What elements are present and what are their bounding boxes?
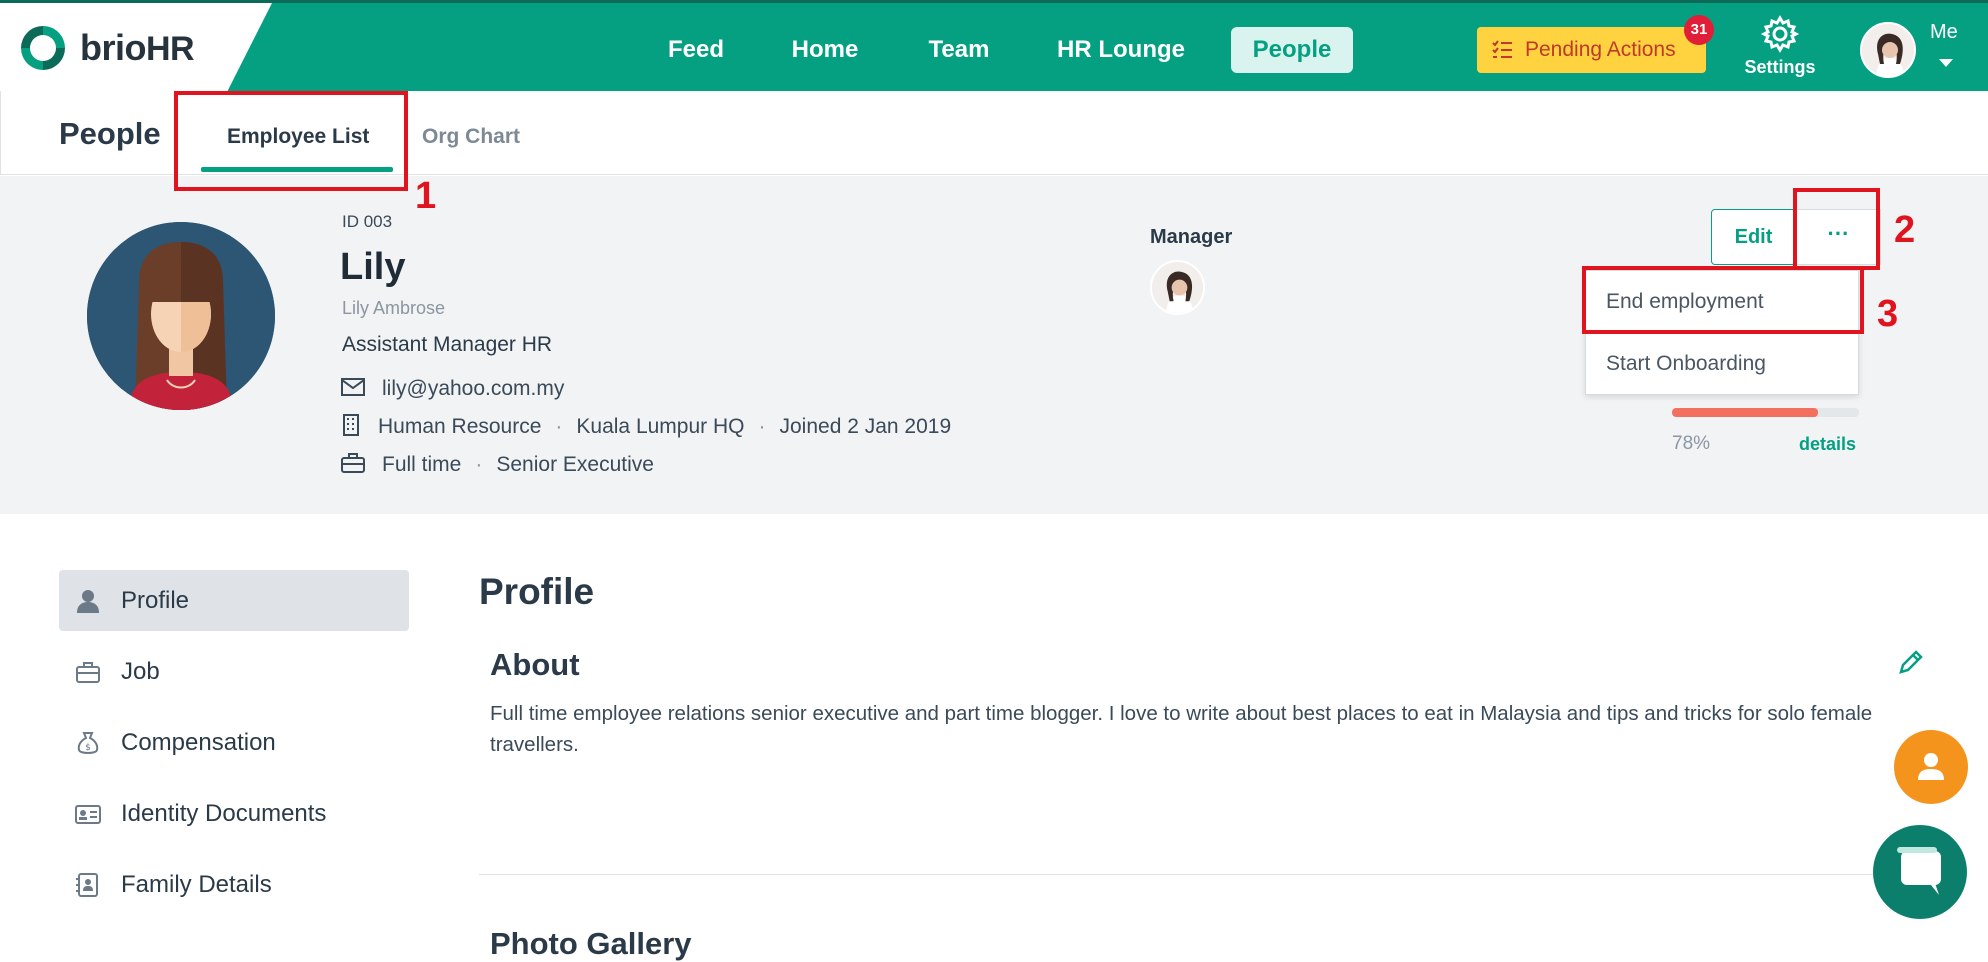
gear-icon (1761, 15, 1799, 53)
menu-item-start-onboarding[interactable]: Start Onboarding (1586, 333, 1858, 395)
chat-bubble-icon (1897, 847, 1941, 895)
side-menu-compensation[interactable]: $ Compensation (59, 712, 409, 773)
pencil-icon[interactable] (1897, 648, 1925, 676)
profile-completion-bar (1672, 408, 1859, 417)
profile-completion-details-link[interactable]: details (1799, 434, 1856, 455)
briefcase-icon (76, 662, 100, 683)
side-menu-job[interactable]: Job (59, 641, 409, 702)
annotation-box-1 (174, 91, 408, 191)
annotation-number-1: 1 (415, 175, 437, 217)
employee-name: Lily (340, 246, 406, 288)
settings-label: Settings (1744, 57, 1816, 77)
side-menu-label: Identity Documents (121, 800, 327, 827)
user-avatar[interactable] (1860, 22, 1916, 78)
manager-avatar[interactable] (1150, 260, 1205, 315)
separator-dot: · (758, 415, 766, 438)
employee-joined-date: Joined 2 Jan 2019 (779, 415, 952, 438)
nav-home[interactable]: Home (780, 27, 870, 73)
manager-label: Manager (1150, 226, 1233, 248)
brand-logo-area: brioHR (0, 3, 272, 94)
user-avatar-image (1862, 24, 1914, 76)
top-navigation-bar: brioHR Feed Home Team HR Lounge People P… (0, 0, 1988, 94)
person-icon (77, 590, 99, 613)
tab-org-chart[interactable]: Org Chart (422, 125, 520, 149)
section-title-photo-gallery: Photo Gallery (490, 926, 692, 961)
mail-icon (341, 378, 365, 396)
me-label[interactable]: Me (1930, 21, 1958, 44)
employee-id: ID 003 (342, 212, 393, 231)
annotation-box-3 (1582, 266, 1864, 334)
building-icon (343, 414, 359, 436)
section-divider (479, 874, 1899, 875)
floating-people-button[interactable] (1894, 730, 1968, 804)
brand-logo-text: brioHR (80, 27, 195, 68)
page-title: People (59, 116, 161, 151)
checklist-icon (1492, 40, 1512, 58)
side-menu-family-details[interactable]: Family Details (59, 854, 409, 915)
employee-department: Human Resource (378, 415, 542, 438)
settings-button[interactable]: Settings (1740, 15, 1820, 85)
section-title-profile: Profile (479, 571, 595, 612)
nav-people[interactable]: People (1231, 27, 1353, 73)
side-menu-label: Family Details (121, 871, 272, 898)
employee-email[interactable]: lily@yahoo.com.my (382, 377, 564, 400)
annotation-number-3: 3 (1877, 293, 1899, 335)
separator-dot: · (555, 415, 563, 438)
side-menu-identity-documents[interactable]: Identity Documents (59, 783, 409, 844)
employee-location: Kuala Lumpur HQ (576, 415, 745, 438)
employee-email-row: lily@yahoo.com.my (340, 376, 564, 401)
section-title-about: About (490, 647, 580, 682)
employee-level: Senior Executive (496, 453, 654, 476)
id-card-icon (75, 805, 101, 824)
employee-avatar (87, 222, 275, 410)
side-menu-profile[interactable]: Profile (59, 570, 409, 631)
employee-type-row: Full time · Senior Executive (340, 452, 654, 477)
person-icon (1918, 753, 1944, 780)
briefcase-icon (341, 453, 365, 473)
separator-dot: · (475, 453, 483, 476)
money-bag-icon: $ (77, 732, 99, 754)
nav-feed[interactable]: Feed (650, 27, 742, 73)
chevron-down-icon[interactable] (1939, 59, 1953, 67)
employee-full-name: Lily Ambrose (342, 298, 446, 318)
contact-book-icon (76, 873, 98, 897)
pending-count-badge: 31 (1684, 15, 1714, 45)
side-menu-label: Profile (121, 587, 190, 614)
nav-hr-lounge[interactable]: HR Lounge (1050, 27, 1192, 73)
employee-org-row: Human Resource · Kuala Lumpur HQ · Joined 2 … (340, 414, 951, 439)
about-text: Full time employee relations senior exec… (490, 702, 1873, 756)
pending-actions-button[interactable]: Pending Actions (1477, 27, 1706, 73)
svg-text:$: $ (85, 743, 91, 753)
profile-completion-fill (1672, 408, 1818, 417)
chat-support-button[interactable] (1873, 825, 1967, 919)
side-menu-label: Job (121, 658, 160, 685)
employee-job-title: Assistant Manager HR (342, 333, 553, 356)
side-menu-label: Compensation (121, 729, 276, 756)
employee-employment-type: Full time (382, 453, 462, 476)
annotation-number-2: 2 (1894, 209, 1916, 251)
brand-logo-icon (21, 26, 65, 70)
edit-button[interactable]: Edit (1711, 209, 1796, 265)
nav-team[interactable]: Team (912, 27, 1006, 73)
profile-completion-percent: 78% (1672, 433, 1711, 454)
annotation-box-2 (1793, 188, 1880, 270)
pending-actions-label: Pending Actions (1525, 38, 1676, 61)
